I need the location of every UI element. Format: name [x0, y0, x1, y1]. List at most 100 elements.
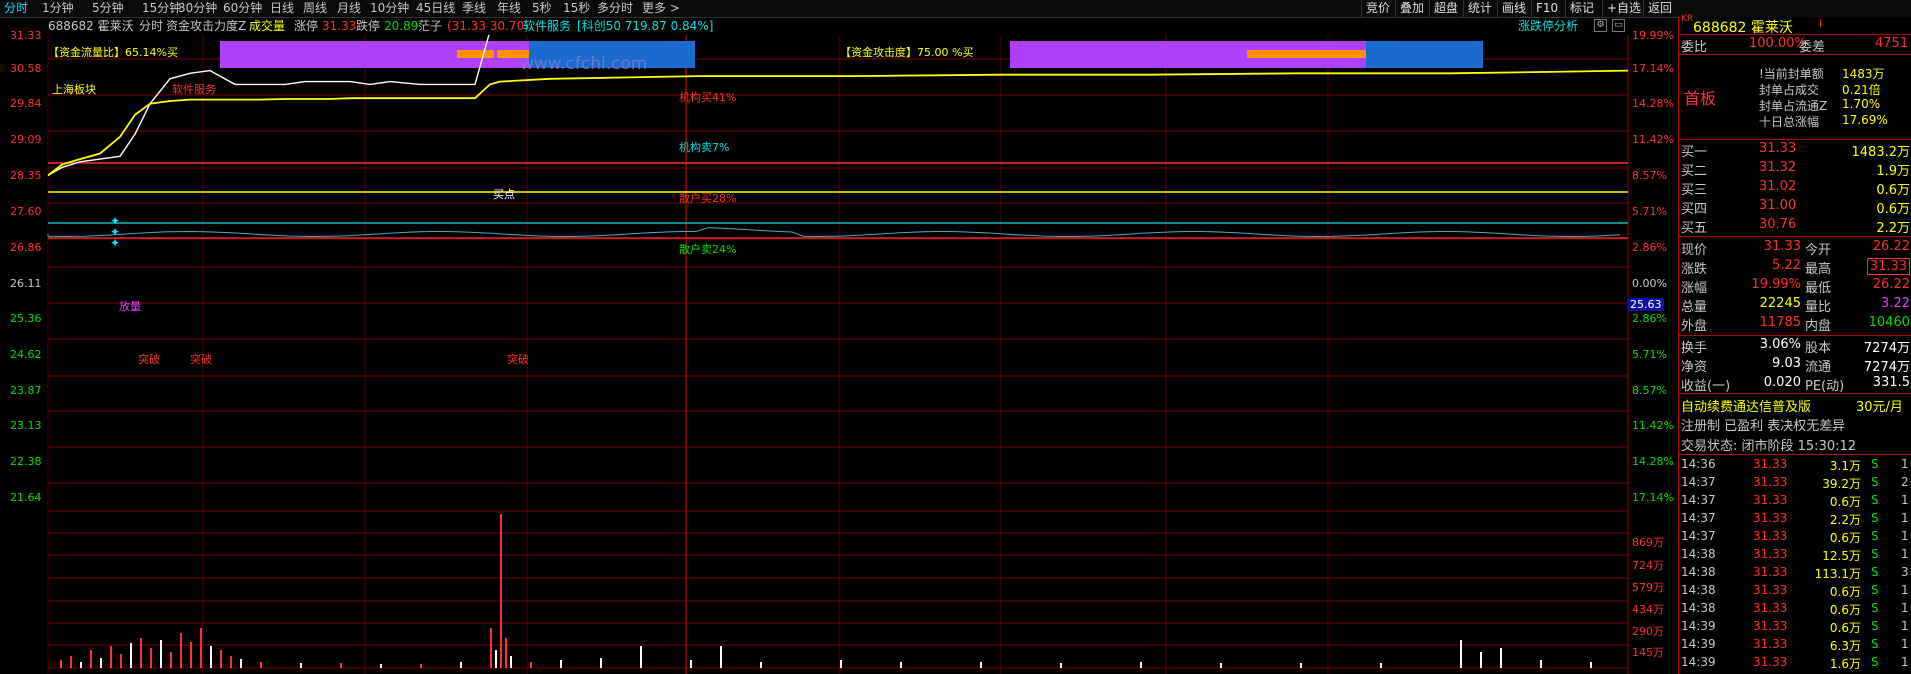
- fund-value: 331.5: [1872, 375, 1910, 390]
- volume-bar: [460, 662, 462, 668]
- pct-axis-label: 11.42%: [1632, 419, 1674, 432]
- tick-volume: 0.6万: [1829, 603, 1861, 617]
- volume-bar: [760, 662, 762, 668]
- tick-count: 1: [1901, 601, 1909, 615]
- tab-more[interactable]: 更多 >: [642, 0, 680, 17]
- stat-label: 总量: [1681, 300, 1708, 315]
- chart-grid: [47, 35, 1629, 674]
- bid-price[interactable]: 31.32: [1759, 160, 1796, 175]
- tab-season[interactable]: 季线: [462, 0, 486, 17]
- tick-count: 1: [1901, 529, 1909, 543]
- tick-side: S: [1871, 511, 1879, 525]
- mode-label: 分时: [139, 19, 164, 33]
- price-axis-label: 23.13: [10, 419, 42, 432]
- intraday-chart[interactable]: ✦✦✦: [0, 35, 1678, 674]
- volume-bar: [190, 642, 192, 668]
- tick-price: 31.33: [1753, 637, 1788, 651]
- volume-bar: [120, 654, 122, 668]
- stat-value: 5.22: [1772, 258, 1801, 273]
- bid-price[interactable]: 31.02: [1759, 179, 1796, 194]
- volume-axis-label: 579万: [1632, 581, 1664, 594]
- tick-price: 31.33: [1753, 475, 1788, 489]
- btn-mark[interactable]: 标记: [1565, 0, 1598, 17]
- stat-label: 外盘: [1681, 319, 1708, 334]
- tick-side: S: [1871, 637, 1879, 651]
- volume-bar: [200, 628, 202, 668]
- btn-add-favorite[interactable]: +自选: [1602, 0, 1645, 17]
- tick-time: 14:38: [1681, 601, 1716, 615]
- board-index[interactable]: [科创50 719.87 0.84%]: [577, 17, 713, 35]
- tab-5sec[interactable]: 5秒: [532, 0, 552, 17]
- promo-text[interactable]: 自动续费通达信普及版: [1681, 396, 1811, 415]
- tab-timeshare[interactable]: 分时: [4, 0, 28, 17]
- tab-month[interactable]: 月线: [337, 0, 361, 17]
- tick-volume: 12.5万: [1822, 549, 1861, 563]
- volume-bar: [720, 646, 722, 668]
- tick-count: 1: [1901, 511, 1909, 525]
- indicator-label[interactable]: 资金攻击力度Z: [166, 17, 246, 35]
- indicator-overlays: ✦✦✦: [47, 41, 1628, 250]
- tab-15min[interactable]: 15分钟: [142, 0, 181, 17]
- pct-axis-label: 17.14%: [1632, 62, 1674, 75]
- btn-auction[interactable]: 竞价: [1361, 0, 1394, 17]
- btn-f10[interactable]: F10: [1531, 0, 1562, 17]
- limit-analysis-link[interactable]: 涨跌停分析: [1518, 17, 1578, 35]
- bid-price[interactable]: 30.76: [1759, 217, 1796, 232]
- volume-bar: [380, 664, 382, 668]
- stat-value: 19.99%: [1751, 277, 1801, 292]
- tab-15sec[interactable]: 15秒: [563, 0, 590, 17]
- tab-day[interactable]: 日线: [270, 0, 294, 17]
- bid-volume: 1483.2万: [1851, 145, 1911, 160]
- fund-label: 流通: [1805, 360, 1832, 375]
- fund-label: 换手: [1681, 341, 1708, 356]
- btn-super[interactable]: 超盘: [1429, 0, 1462, 17]
- chart-info-bar: 688682 霍莱沃 分时 资金攻击力度Z 成交量 涨停 31.33 跌停 20…: [0, 17, 1660, 35]
- bid-price[interactable]: 31.33: [1759, 141, 1796, 156]
- stat-value: 31.33: [1763, 239, 1801, 254]
- tab-1min[interactable]: 1分钟: [42, 0, 74, 17]
- tick-time: 14:36: [1681, 457, 1716, 471]
- volume-bar: [240, 659, 242, 668]
- volume-bar: [510, 656, 512, 668]
- tab-10min[interactable]: 10分钟: [370, 0, 409, 17]
- tab-year[interactable]: 年线: [497, 0, 521, 17]
- seal-label: 封单占成交: [1759, 83, 1820, 97]
- volume-bar: [1380, 663, 1382, 668]
- settings-icon[interactable]: ⚙: [1594, 19, 1607, 32]
- flow-value: (31.33 30.70): [447, 19, 529, 33]
- info-icon[interactable]: i: [1819, 17, 1822, 30]
- tab-5min[interactable]: 5分钟: [92, 0, 124, 17]
- tab-30min[interactable]: 30分钟: [178, 0, 217, 17]
- tab-60min[interactable]: 60分钟: [223, 0, 262, 17]
- stat-label: 最高: [1805, 262, 1832, 277]
- tick-side: S: [1871, 547, 1879, 561]
- tick-count: 1: [1901, 547, 1909, 561]
- limit-up-value: 31.33: [322, 19, 357, 33]
- sector-label[interactable]: 软件服务: [523, 17, 571, 35]
- bid-label: 买四: [1681, 202, 1708, 217]
- volume-up-label: 放量: [119, 300, 141, 313]
- btn-stats[interactable]: 统计: [1463, 0, 1496, 17]
- volume-bar: [560, 660, 562, 668]
- pct-axis-label: 14.28%: [1632, 97, 1674, 110]
- tick-price: 31.33: [1753, 457, 1788, 471]
- tab-45day[interactable]: 45日线: [416, 0, 455, 17]
- tab-multi-timeshare[interactable]: 多分时: [597, 0, 633, 17]
- tick-volume: 113.1万: [1814, 567, 1861, 581]
- tick-volume: 2.2万: [1829, 513, 1861, 527]
- volume-bar: [150, 648, 152, 668]
- tab-week[interactable]: 周线: [303, 0, 327, 17]
- bid-volume: 0.6万: [1876, 183, 1910, 198]
- btn-overlay[interactable]: 叠加: [1395, 0, 1428, 17]
- bid-price[interactable]: 31.00: [1759, 198, 1796, 213]
- btn-back[interactable]: 返回: [1643, 0, 1676, 17]
- volume-bar: [210, 646, 212, 668]
- volume-axis-label: 145万: [1632, 646, 1664, 659]
- tick-price: 31.33: [1753, 493, 1788, 507]
- tick-side: S: [1871, 619, 1879, 633]
- restore-icon[interactable]: ▭: [1612, 19, 1625, 32]
- seal-label: !当前封单额: [1759, 67, 1824, 81]
- btn-draw[interactable]: 画线: [1497, 0, 1530, 17]
- pct-axis-label: 2.86%: [1632, 241, 1667, 254]
- tick-count: 1: [1901, 655, 1909, 669]
